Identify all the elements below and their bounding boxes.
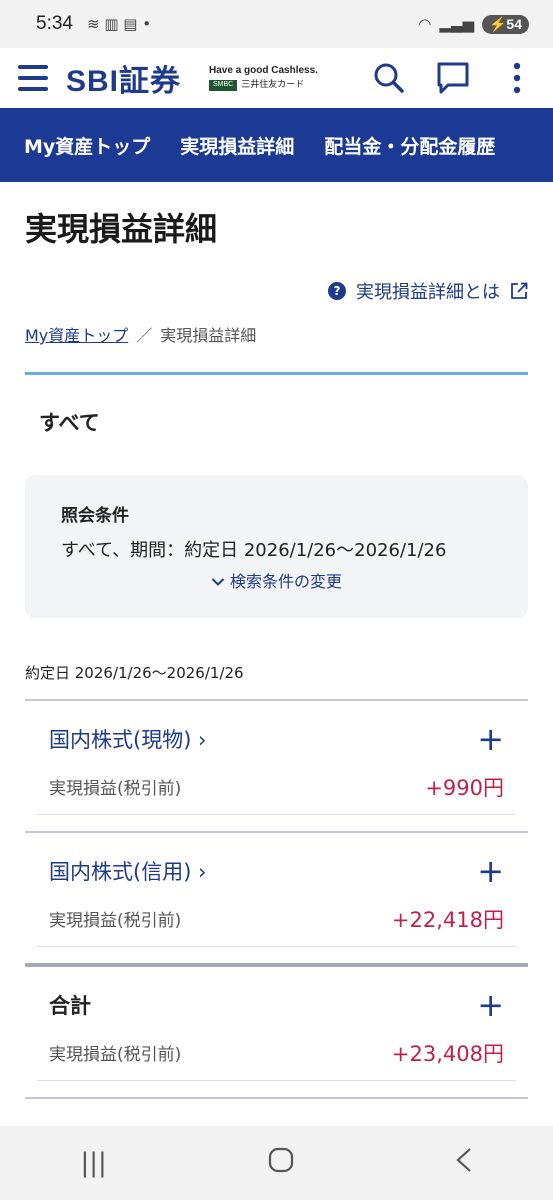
tagline: Have a good Cashless. SMBC 三井住友カード bbox=[209, 65, 318, 91]
top-nav: My資産トップ 実現損益詳細 配当金・分配金履歴 bbox=[0, 108, 553, 182]
chevron-down-icon bbox=[211, 578, 225, 586]
condition-box: 照会条件 すべて、期間：約定日 2026/1/26〜2026/1/26 検索条件… bbox=[25, 475, 528, 618]
pnl-row: 実現損益(税引前) +990円 bbox=[37, 759, 516, 815]
list-divider bbox=[25, 1097, 528, 1099]
chat-icon[interactable] bbox=[435, 60, 471, 96]
card-domestic-margin: 国内株式(信用) › + 実現損益(税引前) +22,418円 bbox=[25, 831, 528, 947]
card-domestic-spot: 国内株式(現物) › + 実現損益(税引前) +990円 bbox=[25, 699, 528, 815]
card-brand: 三井住友カード bbox=[241, 80, 305, 91]
date-range-label: 約定日 2026/1/26〜2026/1/26 bbox=[25, 664, 244, 682]
notification-icons: ≋ ▥ ▤ • bbox=[86, 15, 152, 33]
home-icon[interactable] bbox=[268, 1147, 294, 1180]
smbc-badge: SMBC bbox=[209, 80, 238, 91]
card-total: 合計 + 実現損益(税引前) +23,408円 bbox=[25, 963, 528, 1081]
tab-realized-pnl[interactable]: 実現損益詳細 bbox=[180, 132, 294, 159]
signal-icon: ▂▃▅ bbox=[439, 15, 474, 33]
change-link-text[interactable]: 検索条件の変更 bbox=[230, 572, 342, 591]
recent-apps-icon[interactable]: ||| bbox=[80, 1148, 106, 1178]
external-link-icon bbox=[511, 282, 528, 299]
condition-text: すべて、期間：約定日 2026/1/26〜2026/1/26 bbox=[61, 540, 447, 561]
pnl-value: +990円 bbox=[425, 775, 504, 800]
tagline-text: Have a good Cashless. bbox=[209, 65, 318, 77]
battery-icon: ⚡54 bbox=[481, 14, 529, 34]
page-title: 実現損益詳細 bbox=[25, 210, 218, 248]
tab-dividend-history[interactable]: 配当金・分配金履歴 bbox=[324, 132, 495, 159]
more-menu-icon[interactable] bbox=[499, 60, 535, 96]
filter-label: すべて bbox=[39, 411, 100, 435]
help-link-text[interactable]: 実現損益詳細とは bbox=[356, 278, 500, 304]
card-title-domestic-margin[interactable]: 国内株式(信用) › bbox=[49, 856, 206, 886]
app-header: SBI証券 Have a good Cashless. SMBC 三井住友カード bbox=[0, 48, 553, 108]
pnl-row: 実現損益(税引前) +23,408円 bbox=[37, 1025, 516, 1081]
sbi-logo[interactable]: SBI証券 bbox=[66, 56, 181, 100]
breadcrumb-current: 実現損益詳細 bbox=[160, 326, 257, 345]
main-content: 実現損益詳細 ? 実現損益詳細とは My資産トップ ／ 実現損益詳細 すべて 照… bbox=[0, 204, 553, 1155]
expand-plus-icon[interactable]: + bbox=[477, 723, 504, 755]
help-link[interactable]: ? 実現損益詳細とは bbox=[25, 278, 528, 304]
battery-level: 54 bbox=[506, 15, 522, 32]
pnl-row: 実現損益(税引前) +22,418円 bbox=[37, 891, 516, 947]
expand-plus-icon[interactable]: + bbox=[477, 855, 504, 887]
pnl-label: 実現損益(税引前) bbox=[49, 1045, 182, 1065]
search-icon[interactable] bbox=[371, 60, 407, 96]
breadcrumb-home[interactable]: My資産トップ bbox=[25, 322, 128, 346]
pnl-value: +23,408円 bbox=[391, 1041, 504, 1066]
pnl-value: +22,418円 bbox=[391, 907, 504, 932]
system-nav-bar: ||| bbox=[0, 1126, 553, 1200]
pnl-label: 実現損益(税引前) bbox=[49, 911, 182, 931]
menu-icon[interactable] bbox=[18, 65, 48, 91]
breadcrumb: My資産トップ ／ 実現損益詳細 bbox=[25, 322, 528, 346]
change-search-conditions-link[interactable]: 検索条件の変更 bbox=[61, 568, 492, 592]
wifi-icon: ◠ bbox=[418, 15, 432, 33]
status-bar: 5:34 ≋ ▥ ▤ • ◠ ▂▃▅ ⚡54 bbox=[0, 0, 553, 48]
breadcrumb-separator: ／ bbox=[136, 326, 153, 345]
tab-my-assets-top[interactable]: My資産トップ bbox=[24, 132, 150, 159]
back-icon[interactable] bbox=[455, 1147, 473, 1180]
expand-plus-icon[interactable]: + bbox=[477, 989, 504, 1021]
condition-title: 照会条件 bbox=[61, 506, 129, 526]
pnl-label: 実現損益(税引前) bbox=[49, 779, 182, 799]
card-title-domestic-spot[interactable]: 国内株式(現物) › bbox=[49, 724, 206, 754]
card-title-total: 合計 bbox=[49, 994, 91, 1018]
question-icon: ? bbox=[328, 282, 346, 300]
status-time: 5:34 bbox=[36, 13, 73, 34]
